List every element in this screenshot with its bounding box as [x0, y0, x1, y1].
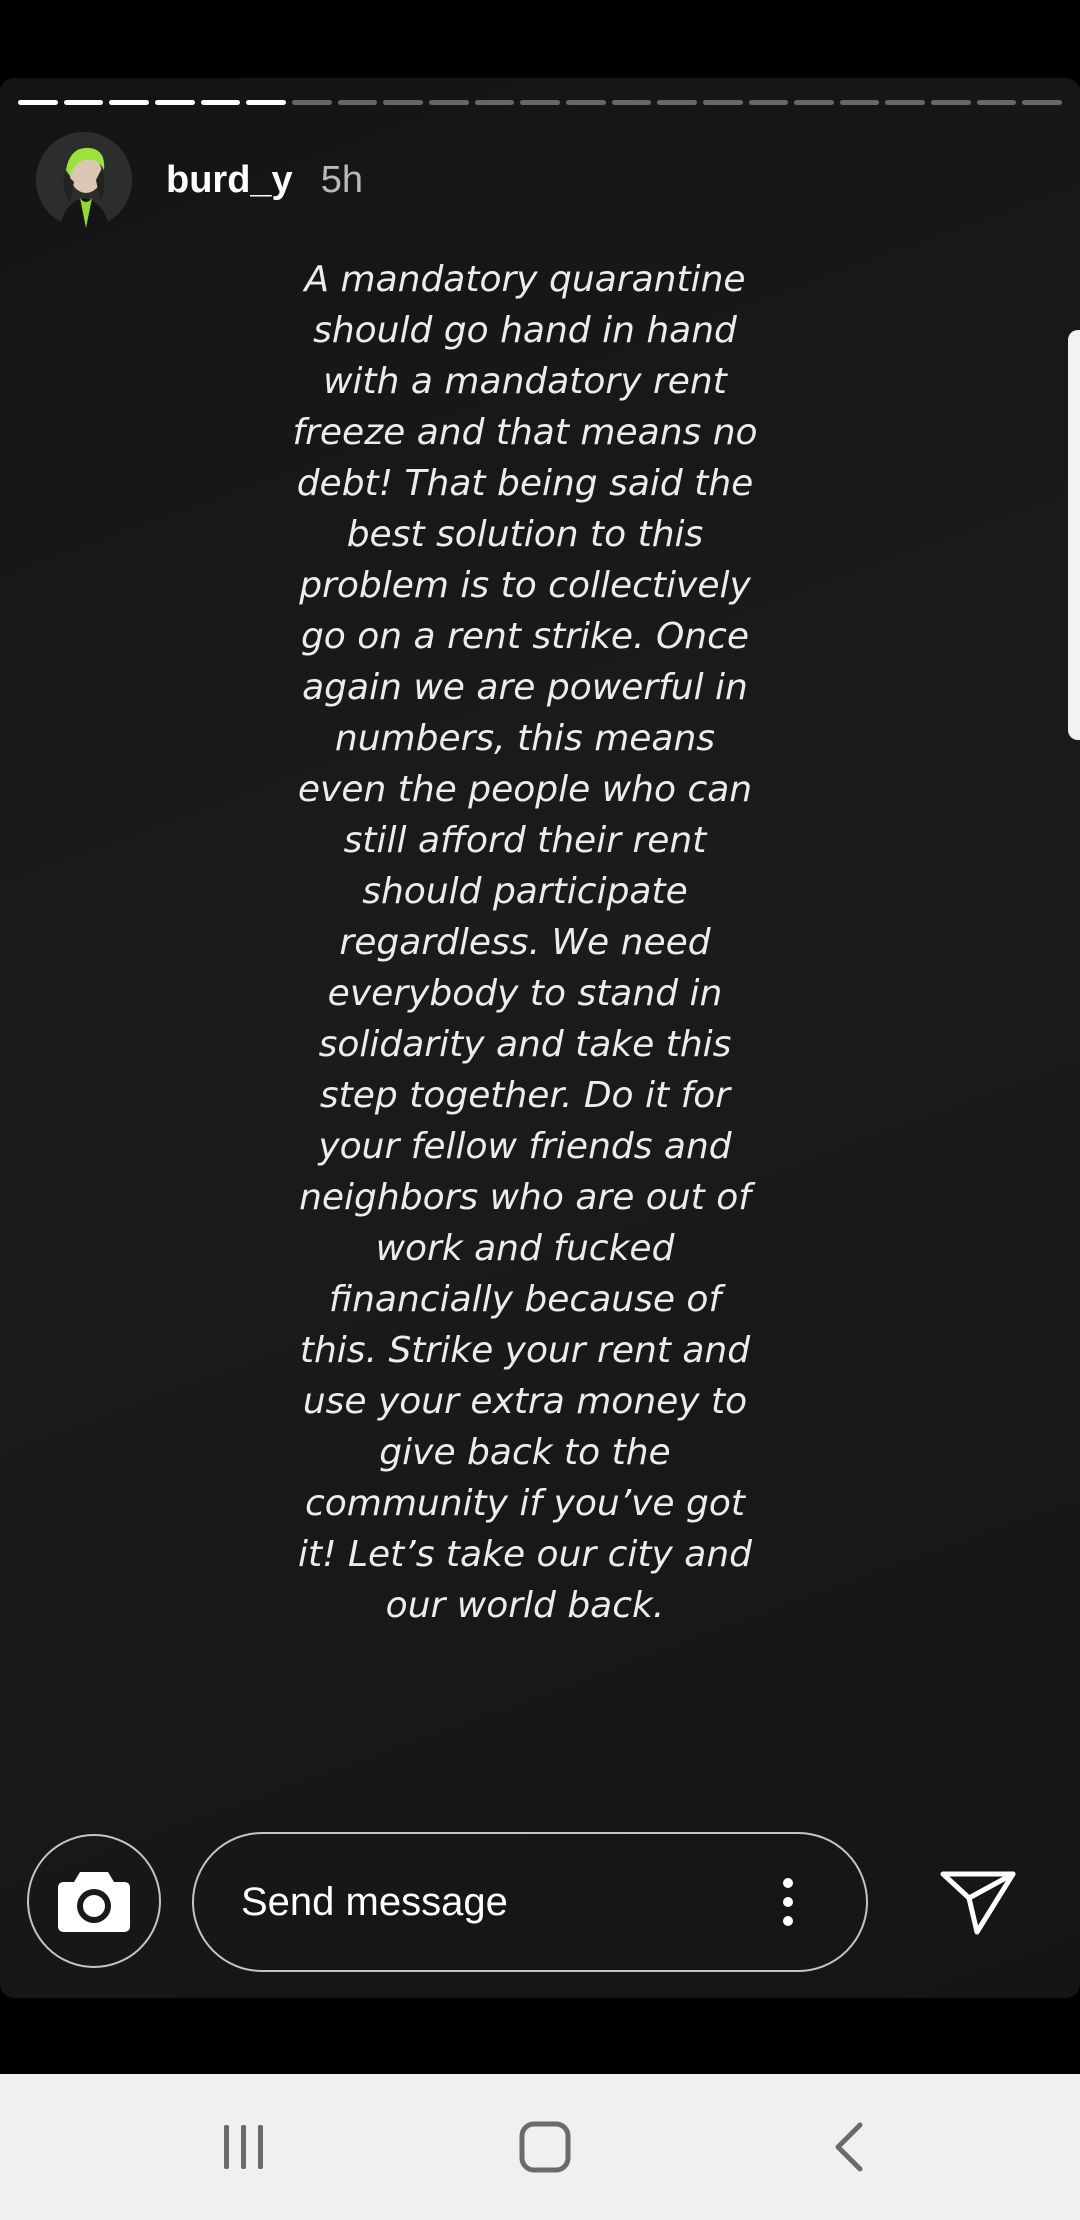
recents-button[interactable] — [194, 2097, 294, 2197]
send-icon — [940, 1871, 1016, 1935]
progress-segment — [200, 100, 241, 105]
progress-segment — [931, 100, 971, 105]
screen: burd_y 5h A mandatory quarantine should … — [0, 0, 1080, 2220]
home-icon — [519, 2121, 571, 2173]
story-progress-bar — [18, 100, 1063, 105]
progress-segment — [748, 100, 789, 105]
progress-segment — [520, 100, 560, 105]
progress-segment — [976, 100, 1017, 105]
side-panel-handle[interactable] — [1068, 330, 1080, 740]
story-timestamp: 5h — [320, 158, 363, 201]
progress-segment — [839, 100, 880, 105]
progress-segment — [246, 100, 286, 105]
progress-segment — [885, 100, 926, 105]
reply-bar: Send message — [0, 1832, 1080, 1972]
story-viewer[interactable]: burd_y 5h A mandatory quarantine should … — [0, 78, 1080, 1998]
home-button[interactable] — [495, 2097, 595, 2197]
send-message-input[interactable]: Send message — [192, 1832, 868, 1972]
progress-segment — [657, 100, 697, 105]
progress-segment — [18, 100, 58, 105]
share-button[interactable] — [928, 1852, 1028, 1952]
camera-button[interactable] — [27, 1834, 161, 1968]
progress-segment — [565, 100, 606, 105]
more-options-button[interactable] — [748, 1862, 828, 1942]
progress-segment — [383, 100, 423, 105]
back-icon — [835, 2122, 863, 2172]
story-text: A mandatory quarantine should go hand in… — [292, 259, 758, 1626]
progress-segment — [794, 100, 834, 105]
progress-segment — [702, 100, 743, 105]
progress-segment — [109, 100, 149, 105]
story-header: burd_y 5h — [36, 132, 363, 228]
camera-icon — [58, 1872, 130, 1932]
progress-segment — [1022, 100, 1063, 105]
avatar-image — [36, 132, 132, 228]
progress-segment — [63, 100, 104, 105]
progress-segment — [154, 100, 195, 105]
progress-segment — [291, 100, 332, 105]
progress-segment — [474, 100, 515, 105]
back-button[interactable] — [800, 2097, 900, 2197]
more-vertical-icon — [783, 1878, 793, 1926]
send-message-placeholder: Send message — [241, 1879, 508, 1924]
avatar[interactable] — [36, 132, 132, 228]
system-navigation-bar — [0, 2074, 1080, 2220]
progress-segment — [337, 100, 378, 105]
recents-icon — [224, 2125, 263, 2169]
progress-segment — [611, 100, 652, 105]
username[interactable]: burd_y — [166, 159, 293, 202]
progress-segment — [428, 100, 469, 105]
